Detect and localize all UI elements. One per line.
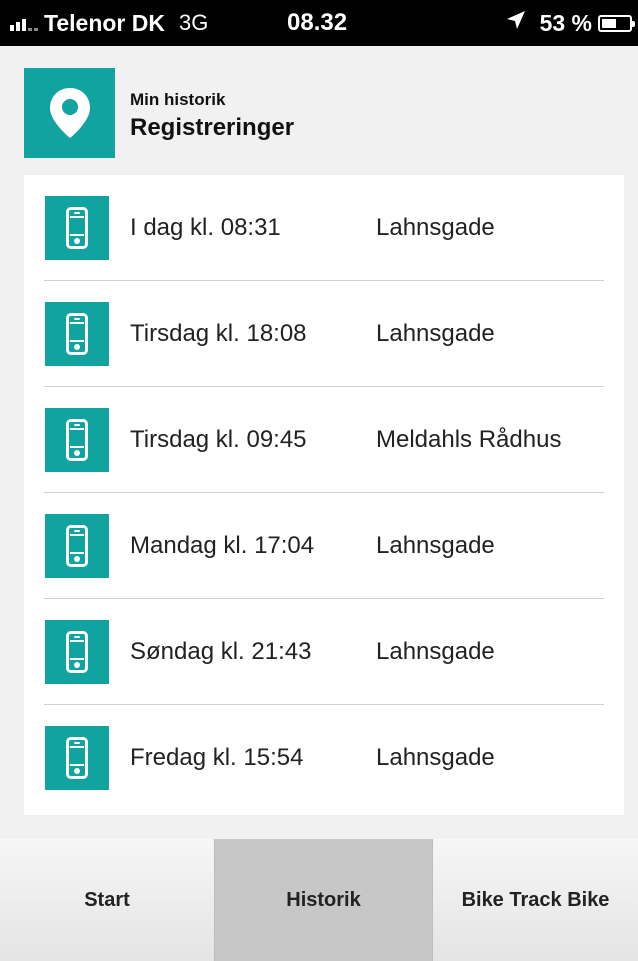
- phone-icon: [45, 726, 109, 790]
- registration-location: Lahnsgade: [376, 214, 495, 241]
- list-item[interactable]: Tirsdag kl. 09:45 Meldahls Rådhus: [24, 387, 624, 493]
- page-header: Min historik Registreringer: [24, 68, 614, 158]
- registration-time: I dag kl. 08:31: [130, 214, 281, 241]
- list-item[interactable]: I dag kl. 08:31 Lahnsgade: [24, 175, 624, 281]
- phone-icon: [45, 620, 109, 684]
- registration-time: Mandag kl. 17:04: [130, 532, 315, 559]
- location-pin-icon: [24, 68, 115, 158]
- tab-bar: Start Historik Bike Track Bike: [0, 839, 638, 961]
- page-title: Registreringer: [130, 114, 295, 141]
- status-time: 08.32: [287, 9, 348, 36]
- main-content: Min historik Registreringer I dag kl. 08…: [0, 46, 638, 839]
- tab-start[interactable]: Start: [0, 839, 215, 961]
- registration-location: Lahnsgade: [376, 638, 495, 665]
- list-item[interactable]: Søndag kl. 21:43 Lahnsgade: [24, 599, 624, 705]
- signal-strength-icon: [10, 15, 38, 31]
- battery-percentage: 53 %: [539, 9, 592, 36]
- carrier-name: Telenor DK: [44, 9, 165, 36]
- registration-time: Fredag kl. 15:54: [130, 744, 304, 771]
- phone-icon: [45, 408, 109, 472]
- registration-time: Tirsdag kl. 18:08: [130, 320, 307, 347]
- status-right: 53 %: [506, 0, 635, 46]
- list-item[interactable]: Tirsdag kl. 18:08 Lahnsgade: [24, 281, 624, 387]
- tab-bike-track-bike[interactable]: Bike Track Bike: [433, 839, 638, 961]
- registration-time: Søndag kl. 21:43: [130, 638, 312, 665]
- phone-icon: [45, 196, 109, 260]
- location-arrow-icon: [506, 10, 526, 36]
- registration-location: Lahnsgade: [376, 320, 495, 347]
- list-item[interactable]: Mandag kl. 17:04 Lahnsgade: [24, 493, 624, 599]
- list-item[interactable]: Fredag kl. 15:54 Lahnsgade: [24, 705, 624, 811]
- battery-icon: [598, 14, 635, 32]
- status-left: Telenor DK 3G: [10, 0, 208, 46]
- status-bar: Telenor DK 3G 08.32 53 %: [0, 0, 638, 46]
- page-subtitle: Min historik: [130, 90, 226, 109]
- registration-location: Lahnsgade: [376, 744, 495, 771]
- registration-location: Lahnsgade: [376, 532, 495, 559]
- registrations-list: I dag kl. 08:31 Lahnsgade Tirsdag kl. 18:0…: [24, 175, 624, 815]
- network-type: 3G: [178, 10, 209, 35]
- registration-time: Tirsdag kl. 09:45: [130, 426, 307, 453]
- registration-location: Meldahls Rådhus: [376, 426, 562, 453]
- tab-historik[interactable]: Historik: [215, 839, 433, 961]
- phone-icon: [45, 514, 109, 578]
- phone-icon: [45, 302, 109, 366]
